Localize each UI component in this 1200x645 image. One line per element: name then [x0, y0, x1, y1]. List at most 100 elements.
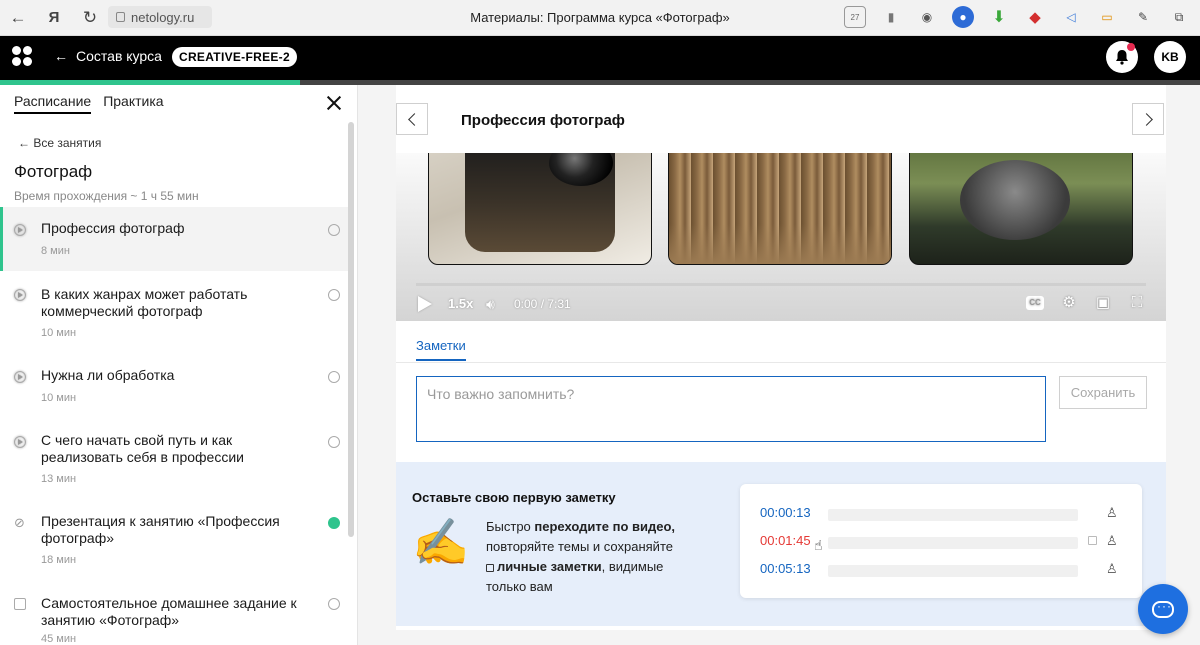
lesson-status-icon	[328, 224, 340, 236]
lesson-done-icon	[328, 517, 340, 529]
promo-text-line: повторяйте темы и сохраняйте	[486, 539, 673, 554]
note-placeholder-bar	[828, 509, 1078, 521]
extension-icon[interactable]: ◆	[1024, 6, 1046, 28]
lesson-status-icon	[328, 289, 340, 301]
promo-text-line: , видимые	[601, 559, 664, 574]
video-player[interactable]: 1.5x 🔊︎ 0:00 / 7:31 CC ⚙ ▣ ⛶	[396, 153, 1166, 321]
note-input[interactable]	[416, 376, 1046, 442]
browser-extensions: 27 ▮ ◉ ● ⬇ ◆ ◁ ▭ ✎ ⧉	[844, 6, 1190, 28]
timestamp-row: 00:01:45 ☝ ♙	[760, 531, 1130, 553]
promo-text-line: только вам	[486, 579, 553, 594]
timestamp-row: 00:05:13 ♙	[760, 559, 1130, 579]
tab-practice[interactable]: Практика	[103, 93, 163, 114]
video-frame-photographer	[428, 153, 652, 265]
person-icon: ♙	[1106, 561, 1118, 576]
lesson-title: Нужна ли обработка	[41, 367, 175, 383]
lesson-duration: 13 мин	[41, 473, 77, 485]
promo-text-bold: личные заметки	[497, 559, 602, 574]
course-title: Фотограф	[14, 162, 93, 181]
close-icon[interactable]	[326, 95, 342, 111]
video-controls: 1.5x 🔊︎ 0:00 / 7:31 CC ⚙ ▣ ⛶	[416, 291, 1146, 315]
battery-icon[interactable]: ▭	[1096, 6, 1118, 28]
puzzle-icon[interactable]: ⧉	[1168, 6, 1190, 28]
captions-icon[interactable]: CC	[1026, 296, 1044, 310]
video-frame-forest	[668, 153, 892, 265]
netology-logo-icon[interactable]	[12, 46, 32, 66]
lock-icon	[486, 564, 494, 572]
playback-speed[interactable]: 1.5x	[448, 296, 473, 311]
save-note-button[interactable]: Сохранить	[1059, 376, 1147, 409]
arrow-left-icon: ←	[54, 48, 68, 64]
course-code-badge: CREATIVE-FREE-2	[172, 47, 297, 67]
avatar[interactable]: KB	[1154, 41, 1186, 73]
extension-icon[interactable]: ✎	[1132, 6, 1154, 28]
settings-gear-icon[interactable]: ⚙	[1060, 294, 1078, 312]
all-lessons-link[interactable]: ← Все занятия	[18, 136, 101, 150]
sidebar: Расписание Практика ← Все занятия Фотогр…	[0, 85, 358, 645]
lesson-item[interactable]: Самостоятельное домашнее задание к занят…	[0, 581, 348, 645]
tab-schedule[interactable]: Расписание	[14, 93, 92, 114]
fullscreen-icon[interactable]: ⛶	[1128, 294, 1146, 312]
chevron-right-icon	[1139, 112, 1153, 126]
timestamp-link[interactable]: 00:01:45	[760, 533, 811, 548]
course-duration: Время прохождения ~ 1 ч 55 мин	[14, 189, 199, 203]
promo-text: Быстро переходите по видео, повторяйте т…	[486, 517, 716, 597]
note-placeholder-bar	[828, 565, 1078, 577]
support-chat-button[interactable]	[1138, 584, 1188, 634]
lesson-item[interactable]: Профессия фотограф 8 мин	[0, 207, 348, 271]
lesson-title: Профессия фотограф	[41, 220, 185, 236]
timestamp-link[interactable]: 00:00:13	[760, 505, 811, 520]
bookmark-icon[interactable]: ▮	[880, 6, 902, 28]
lesson-title: С чего начать свой путь и как реализоват…	[41, 432, 244, 465]
lesson-duration: 18 мин	[41, 554, 77, 566]
lesson-duration: 10 мин	[41, 327, 77, 339]
timestamp-example-card: 00:00:13 ♙ 00:01:45 ☝ ♙ 00:05:13 ♙	[740, 484, 1142, 598]
lesson-item[interactable]: Нужна ли обработка 10 мин	[0, 351, 348, 417]
lesson-title: Презентация к занятию «Профессия фотогра…	[41, 513, 280, 546]
play-icon	[14, 224, 26, 236]
video-frame-water	[909, 153, 1133, 265]
extension-icon[interactable]: ◁	[1060, 6, 1082, 28]
chevron-left-icon	[407, 112, 421, 126]
extension-icon[interactable]: ●	[952, 6, 974, 28]
promo-text-bold: переходите по видео,	[534, 519, 676, 534]
lesson-duration: 8 мин	[41, 245, 70, 257]
bell-icon	[1116, 50, 1128, 65]
lock-icon	[1088, 536, 1097, 545]
back-to-course-link[interactable]: ← Состав курса	[54, 48, 162, 64]
paperclip-icon: ⊘	[14, 515, 25, 530]
lesson-status-icon	[328, 436, 340, 448]
person-icon: ♙	[1106, 505, 1118, 520]
timestamp-link[interactable]: 00:05:13	[760, 561, 811, 576]
play-icon	[14, 436, 26, 448]
sidebar-tabs: Расписание Практика	[14, 93, 164, 114]
prev-lesson-button[interactable]	[396, 103, 428, 135]
lesson-item[interactable]: ⊘ Презентация к занятию «Профессия фотог…	[0, 499, 348, 581]
miniplayer-icon[interactable]: ▣	[1094, 294, 1112, 312]
lesson-duration: 45 мин	[41, 633, 77, 645]
extension-icon[interactable]: ◉	[916, 6, 938, 28]
sidebar-scrollbar[interactable]	[348, 122, 354, 537]
tab-notes[interactable]: Заметки	[416, 338, 466, 361]
lesson-duration: 10 мин	[41, 392, 77, 404]
writing-hand-icon: ✍️	[412, 516, 470, 568]
download-icon[interactable]: ⬇	[988, 6, 1010, 28]
extension-badge-icon[interactable]: 27	[844, 6, 866, 28]
notification-dot	[1127, 43, 1135, 51]
app-header: ← Состав курса CREATIVE-FREE-2 KB	[0, 36, 1200, 80]
play-icon	[14, 289, 26, 301]
lesson-title: Самостоятельное домашнее задание к занят…	[41, 595, 297, 628]
lesson-status-icon	[328, 371, 340, 383]
hand-cursor-icon: ☝	[814, 537, 823, 553]
edit-icon	[14, 598, 26, 610]
next-lesson-button[interactable]	[1132, 103, 1164, 135]
notifications-button[interactable]	[1106, 41, 1138, 73]
lesson-item[interactable]: В каких жанрах может работать коммерческ…	[0, 271, 348, 351]
note-placeholder-bar	[828, 537, 1078, 549]
play-icon	[14, 371, 26, 383]
volume-icon[interactable]: 🔊︎	[486, 296, 495, 313]
video-progress-bar[interactable]	[416, 283, 1146, 286]
lesson-title: В каких жанрах может работать коммерческ…	[41, 286, 248, 319]
play-icon[interactable]	[418, 296, 432, 312]
lesson-item[interactable]: С чего начать свой путь и как реализоват…	[0, 417, 348, 499]
